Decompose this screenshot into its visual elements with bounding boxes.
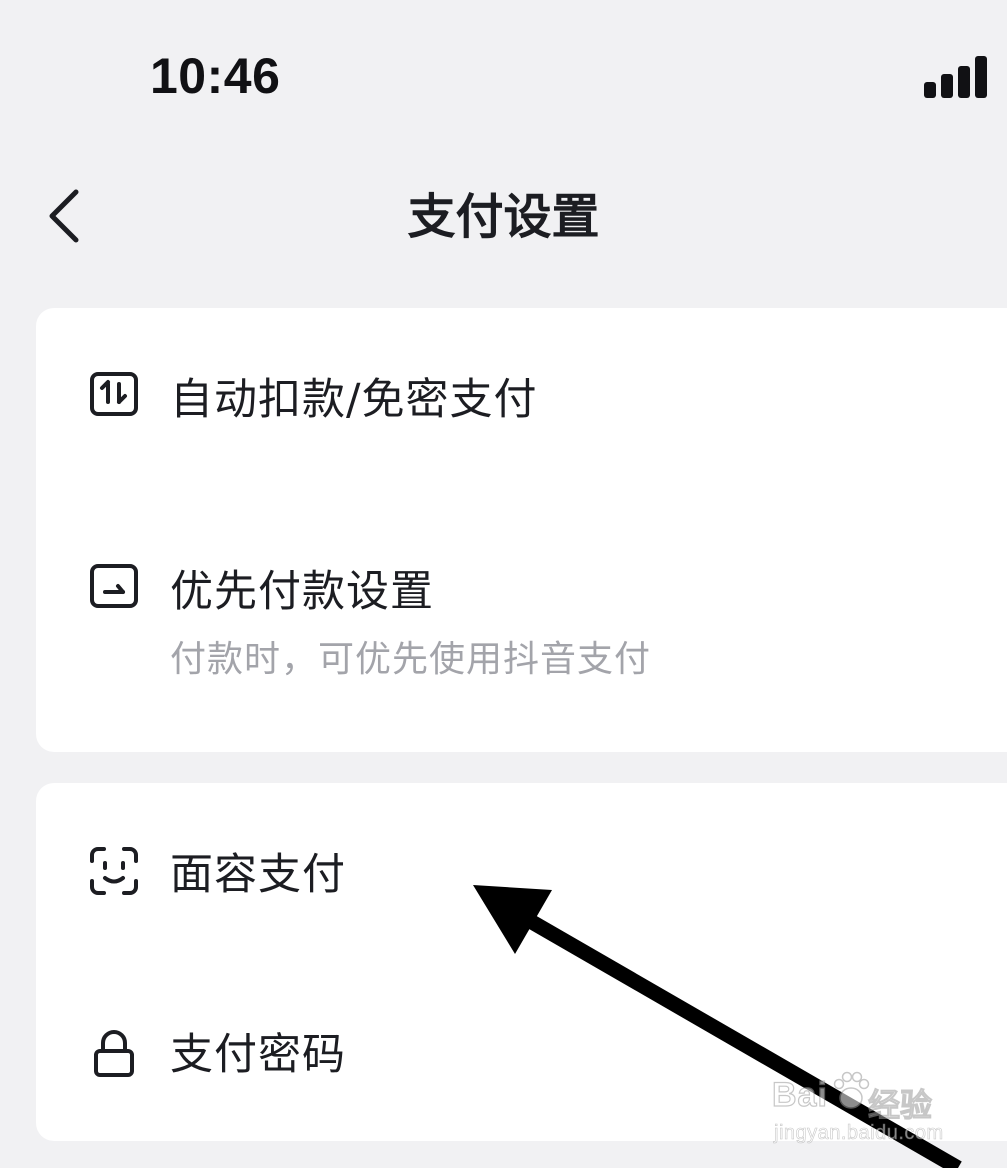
watermark-sub: 经验 — [867, 1086, 933, 1125]
paw-icon — [833, 1071, 870, 1109]
page-title-text: 支付设置 — [407, 189, 600, 245]
priority-payment-item[interactable]: 优先付款设置 付款时，可优先使用抖音支付 — [36, 540, 1007, 690]
face-pay-label: 面容支付 — [170, 850, 346, 900]
face-pay-item[interactable]: 面容支付 — [36, 823, 1007, 923]
priority-payment-icon — [90, 564, 138, 608]
payment-password-label: 支付密码 — [170, 1030, 346, 1080]
watermark-brand: Bai — [771, 1075, 828, 1114]
auto-deduct-item[interactable]: 自动扣款/免密支付 — [36, 348, 1007, 448]
status-time: 10:46 — [150, 48, 281, 104]
page-title: 支付设置 — [0, 182, 1007, 252]
settings-card-payment-options: 自动扣款/免密支付 优先付款设置 付款时，可优先使用抖音支付 — [36, 308, 1007, 752]
watermark: Bai 经验 jingyan.baidu.com — [771, 1056, 972, 1156]
face-id-icon — [90, 847, 138, 895]
auto-deduct-label: 自动扣款/免密支付 — [170, 375, 538, 425]
lock-icon — [94, 1030, 134, 1077]
watermark-url: jingyan.baidu.com — [774, 1122, 944, 1145]
auto-deduct-icon — [90, 372, 138, 416]
priority-payment-subtitle: 付款时，可优先使用抖音支付 — [170, 639, 652, 680]
priority-payment-label: 优先付款设置 — [170, 567, 434, 617]
signal-bars-icon — [924, 56, 994, 98]
